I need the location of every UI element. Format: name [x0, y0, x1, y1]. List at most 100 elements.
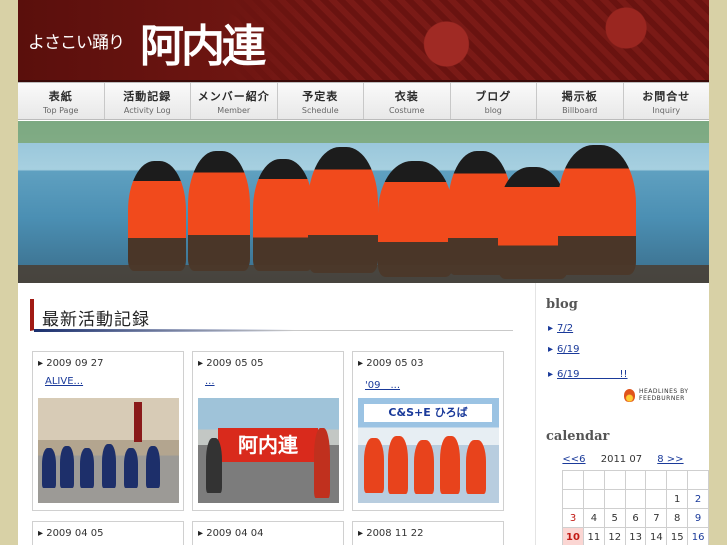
dancer-figure — [308, 147, 378, 273]
card-link[interactable]: ALIVE... — [45, 376, 83, 387]
calendar-day — [666, 470, 689, 490]
nav-label: 掲示板 — [561, 89, 598, 103]
calendar-row: 10 11 12 13 14 15 16 — [562, 527, 709, 545]
card-link[interactable]: '09 ... — [365, 376, 400, 391]
calendar-row: 3 4 5 6 7 8 9 — [562, 508, 709, 528]
card-date: 2009 04 04 — [198, 528, 263, 539]
nav-sublabel: Billboard — [562, 105, 598, 115]
photo-figure — [414, 440, 434, 494]
calendar-day — [583, 489, 605, 509]
calendar-day: 13 — [624, 527, 647, 545]
blog-title: blog — [546, 297, 578, 312]
calendar-day — [645, 489, 668, 509]
photo-figure — [134, 402, 142, 442]
calendar-row — [562, 470, 709, 490]
main-nav: 表紙 Top Page 活動記録 Activity Log メンバー紹介 Mem… — [18, 82, 709, 120]
calendar-row: 1 2 — [562, 489, 709, 509]
calendar-day: 12 — [603, 527, 626, 545]
calendar-day: 6 — [624, 508, 647, 528]
nav-costume[interactable]: 衣装 Costume — [364, 83, 451, 119]
dancer-figure — [253, 159, 313, 271]
nav-label: 表紙 — [48, 89, 73, 103]
logo-subtitle: よさこい踊り — [28, 33, 125, 53]
photo-figure — [440, 436, 460, 494]
calendar-prev-link[interactable]: <<6 — [562, 454, 585, 465]
photo-figure — [80, 448, 94, 488]
section-title: 最新活動記録 — [42, 310, 150, 330]
nav-label: 予定表 — [302, 89, 339, 103]
card-photo[interactable] — [38, 398, 179, 503]
photo-banner: 阿内連 — [218, 428, 318, 462]
feedburner-flame-icon — [624, 388, 635, 402]
calendar-title: calendar — [546, 429, 610, 444]
calendar-day — [624, 489, 647, 509]
card-date: 2008 11 22 — [358, 528, 423, 539]
blog-item-label: 6/19 — [557, 344, 580, 355]
photo-figure — [42, 448, 56, 488]
calendar-day — [687, 470, 709, 490]
calendar-day: 7 — [645, 508, 668, 528]
nav-member[interactable]: メンバー紹介 Member — [191, 83, 278, 119]
activity-card: 2009 05 03 '09 ... C&S+E ひろば — [352, 351, 504, 511]
arrow-icon: ▸ — [548, 369, 554, 380]
sidebar: blog ▸ 7/2 ▸ 6/19 ▸ 6/19 !! HEADLINES BY FE… — [535, 283, 709, 545]
feedburner-badge[interactable]: HEADLINES BY FEEDBURNER — [624, 387, 706, 403]
calendar-table: 1 2 3 4 5 6 7 8 9 10 11 12 13 14 15 16 — [562, 470, 709, 545]
nav-label: メンバー紹介 — [197, 89, 270, 103]
card-date: 2009 05 03 — [358, 358, 423, 369]
nav-billboard[interactable]: 掲示板 Billboard — [537, 83, 624, 119]
calendar-day — [603, 470, 626, 490]
nav-schedule[interactable]: 予定表 Schedule — [277, 83, 364, 119]
calendar-day: 16 — [687, 527, 709, 545]
nav-label: 活動記録 — [123, 89, 172, 103]
nav-top-page[interactable]: 表紙 Top Page — [18, 83, 105, 119]
feedburner-line-2: FEEDBURNER — [639, 395, 685, 402]
card-photo[interactable]: C&S+E ひろば — [358, 398, 499, 503]
photo-sign: C&S+E ひろば — [364, 404, 492, 422]
blog-item[interactable]: ▸ 6/19 — [548, 344, 628, 365]
calendar-day: 9 — [687, 508, 709, 528]
activity-card: 2009 09 27 ALIVE... — [32, 351, 184, 511]
calendar-day-today: 10 — [562, 527, 584, 545]
photo-figure — [364, 438, 384, 493]
nav-blog[interactable]: ブログ blog — [450, 83, 537, 119]
card-photo[interactable]: 阿内連 — [198, 398, 339, 503]
blog-item[interactable]: ▸ 6/19 !! — [548, 365, 628, 386]
calendar-day: 14 — [645, 527, 668, 545]
calendar-day: 5 — [603, 508, 626, 528]
arrow-icon: ▸ — [548, 344, 554, 355]
dancer-figure — [188, 151, 250, 271]
nav-activity-log[interactable]: 活動記録 Activity Log — [104, 83, 191, 119]
calendar-header: <<6 2011 07 8 >> — [536, 454, 710, 465]
photo-figure — [146, 446, 160, 488]
photo-figure — [314, 428, 330, 498]
calendar-day: 2 — [687, 489, 709, 509]
dancer-figure — [128, 161, 186, 271]
activity-card: 2009 04 04 — [192, 521, 344, 545]
calendar-day: 15 — [666, 527, 689, 545]
calendar-day — [583, 470, 605, 490]
nav-sublabel: blog — [484, 105, 502, 115]
card-link[interactable]: ... — [205, 376, 215, 387]
nav-sublabel: Top Page — [43, 105, 79, 115]
calendar-day — [562, 489, 584, 509]
photo-figure — [124, 448, 138, 488]
sign-text: C&S+E ひろば — [388, 406, 468, 419]
photo-figure — [102, 444, 116, 488]
card-date: 2009 05 05 — [198, 358, 263, 369]
blog-item[interactable]: ▸ 7/2 — [548, 323, 628, 344]
calendar-day: 11 — [583, 527, 605, 545]
calendar-day: 4 — [583, 508, 605, 528]
calendar-next-link[interactable]: 8 >> — [657, 454, 683, 465]
dancer-figure — [558, 145, 636, 275]
nav-label: お問合せ — [642, 89, 691, 103]
nav-inquiry[interactable]: お問合せ Inquiry — [623, 83, 709, 119]
nav-sublabel: Member — [217, 105, 251, 115]
photo-figure — [388, 436, 408, 494]
nav-label: 衣装 — [394, 89, 419, 103]
logo[interactable]: よさこい踊り 阿内連 — [18, 0, 318, 80]
calendar-day: 1 — [666, 489, 689, 509]
calendar-day: 3 — [562, 508, 584, 528]
blog-item-label: 6/19 !! — [557, 369, 628, 380]
photo-figure — [60, 446, 74, 488]
